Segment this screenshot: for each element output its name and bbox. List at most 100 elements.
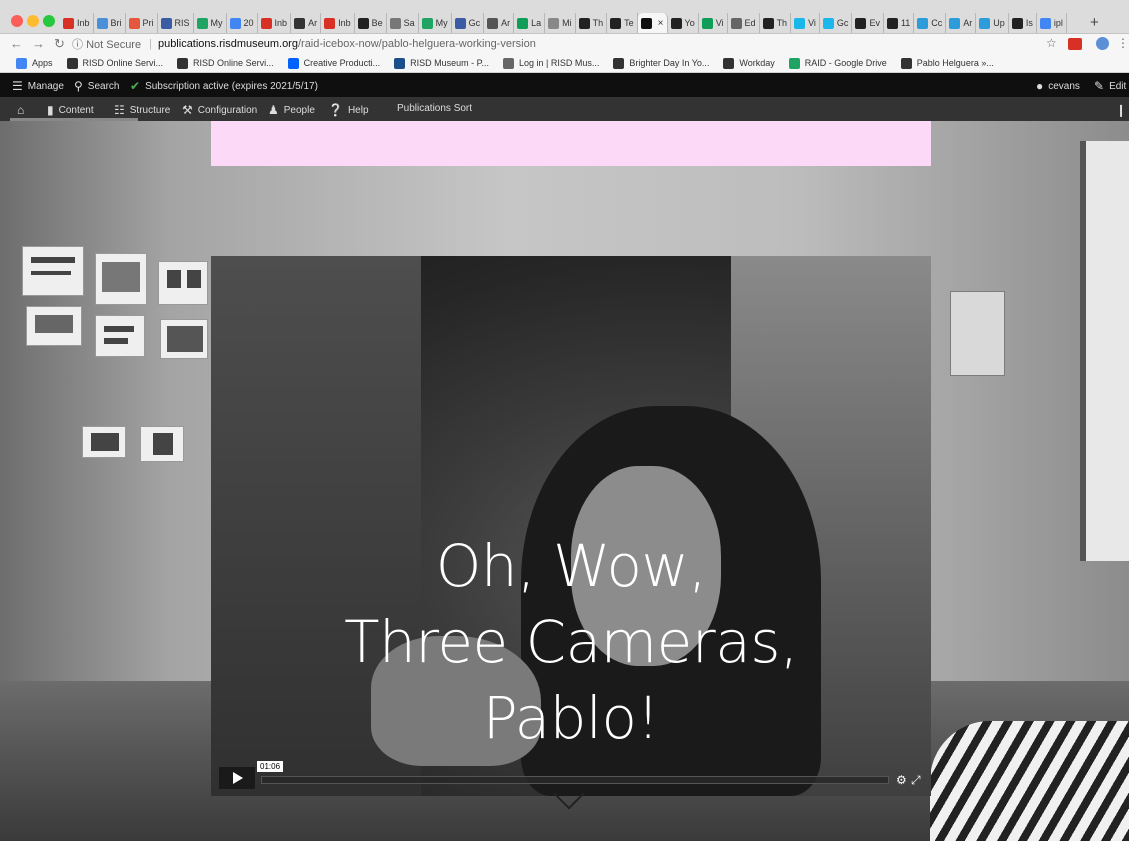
browser-tab[interactable]: Up xyxy=(976,13,1009,33)
edit-toggle[interactable]: ✎ Edit xyxy=(1094,79,1126,93)
bookmark-item[interactable]: Brighter Day In Yo... xyxy=(613,57,710,69)
browser-tab[interactable]: Th xyxy=(760,13,792,33)
back-arrow-icon[interactable]: ← xyxy=(10,36,23,51)
window-close-button[interactable] xyxy=(11,15,23,27)
structure-menu[interactable]: ☷ Structure xyxy=(114,103,170,117)
bookmark-item[interactable]: RISD Online Servi... xyxy=(66,57,164,69)
video-title-overlay: Oh, Wow, Three Cameras, Pablo! xyxy=(211,528,931,756)
tab-favicon-icon xyxy=(794,17,806,29)
browser-tab[interactable]: Inb xyxy=(60,13,94,33)
browser-tab[interactable]: RIS xyxy=(158,13,194,33)
check-icon: ✔ xyxy=(130,79,141,93)
settings-gear-icon[interactable]: ⚙ xyxy=(896,773,907,787)
content-menu[interactable]: ▮ Content xyxy=(47,103,94,117)
browser-tab[interactable]: Inb xyxy=(321,13,355,33)
manage-menu[interactable]: ☰ Manage xyxy=(12,79,64,93)
tab-favicon-icon xyxy=(822,17,834,29)
search-label: Search xyxy=(87,80,120,92)
browser-tab[interactable]: Vi xyxy=(791,13,820,33)
browser-tab[interactable]: Be xyxy=(355,13,387,33)
browser-tab[interactable]: Te xyxy=(607,13,638,33)
help-icon: ❔ xyxy=(328,103,343,117)
configuration-menu[interactable]: ⚒ Configuration xyxy=(182,103,257,117)
browser-tab[interactable]: Vi xyxy=(699,13,728,33)
fullscreen-icon[interactable]: ⤢ xyxy=(911,773,921,788)
bookmark-item[interactable]: Apps xyxy=(16,57,53,69)
address-bar: ← → ↻ ⓘ Not Secure | publications.risdmu… xyxy=(0,34,1129,54)
browser-tab[interactable]: Mi xyxy=(545,13,576,33)
hamburger-icon: ☰ xyxy=(12,79,23,93)
bookmark-item[interactable]: RISD Online Servi... xyxy=(177,57,274,69)
browser-tab[interactable]: Ar xyxy=(946,13,977,33)
bookmark-label: Creative Producti... xyxy=(303,58,381,68)
browser-tab[interactable]: Ed xyxy=(728,13,760,33)
publications-sort-menu[interactable]: Publications Sort xyxy=(397,103,472,114)
window-minimize-button[interactable] xyxy=(27,15,39,27)
browser-tab[interactable]: Sa xyxy=(387,13,419,33)
bookmark-item[interactable]: RISD Museum - P... xyxy=(394,57,489,69)
browser-tab[interactable]: Gc xyxy=(820,13,853,33)
subscription-status[interactable]: ✔ Subscription active (expires 2021/5/17… xyxy=(130,79,318,93)
tab-favicon-icon xyxy=(1011,17,1023,29)
help-menu[interactable]: ❔ Help xyxy=(328,103,369,117)
browser-tab[interactable]: Inb xyxy=(258,13,292,33)
browser-tab[interactable]: Yo xyxy=(668,13,699,33)
browser-tab[interactable]: 20 xyxy=(227,13,258,33)
forward-arrow-icon[interactable]: → xyxy=(32,36,45,51)
browser-tab[interactable]: Gc xyxy=(452,13,485,33)
tab-favicon-icon xyxy=(762,17,774,29)
url-field[interactable]: ⓘ Not Secure | publications.risdmuseum.o… xyxy=(72,36,1062,52)
browser-tab[interactable]: Pri xyxy=(126,13,158,33)
browser-tab[interactable]: Is xyxy=(1009,13,1037,33)
bookmark-item[interactable]: Creative Producti... xyxy=(287,57,381,69)
url-host: publications.risdmuseum.org xyxy=(157,38,298,50)
menu-dots-icon[interactable]: ⋮ xyxy=(1117,36,1129,50)
help-label: Help xyxy=(347,104,369,116)
profile-avatar[interactable] xyxy=(1096,37,1109,50)
orientation-toggle-icon[interactable]: ❙ xyxy=(1116,103,1129,117)
browser-tab[interactable]: Ev xyxy=(852,13,884,33)
tab-close-icon[interactable]: × xyxy=(658,18,664,29)
bookmark-item[interactable]: Log in | RISD Mus... xyxy=(502,57,600,69)
background-artwork xyxy=(95,315,145,357)
bookmark-label: Log in | RISD Mus... xyxy=(518,58,600,68)
bookmark-item[interactable]: RAID - Google Drive xyxy=(788,57,887,69)
browser-tab[interactable]: Bri xyxy=(94,13,126,33)
tab-label: Inb xyxy=(338,18,351,28)
browser-tab[interactable]: La xyxy=(514,13,546,33)
browser-tab[interactable]: Ar xyxy=(484,13,515,33)
browser-tab[interactable]: My xyxy=(194,13,227,33)
browser-tab[interactable]: 11 xyxy=(884,13,915,33)
home-link[interactable]: ⌂ xyxy=(17,103,29,117)
play-button[interactable] xyxy=(219,767,255,789)
info-icon[interactable]: ⓘ Not Secure xyxy=(72,36,141,52)
bookmark-label: RISD Online Servi... xyxy=(193,58,274,68)
progress-bar[interactable] xyxy=(261,776,889,784)
new-tab-button[interactable]: + xyxy=(1090,14,1099,31)
bookmark-label: RISD Online Servi... xyxy=(82,58,164,68)
tab-label: Cc xyxy=(931,18,943,28)
star-icon[interactable]: ☆ xyxy=(1046,36,1057,50)
bookmark-item[interactable]: Workday xyxy=(723,57,775,69)
extension-icon[interactable] xyxy=(1068,38,1082,50)
window-zoom-button[interactable] xyxy=(43,15,55,27)
reload-icon[interactable]: ↻ xyxy=(54,36,65,52)
browser-tab[interactable]: Ar xyxy=(291,13,322,33)
tab-label: Inb xyxy=(77,18,90,28)
bookmark-label: Brighter Day In Yo... xyxy=(629,58,710,68)
people-menu[interactable]: ♟ People xyxy=(268,103,315,117)
tab-active[interactable]: × xyxy=(637,13,668,33)
browser-tab[interactable]: Cc xyxy=(914,13,947,33)
browser-tab[interactable]: My xyxy=(419,13,452,33)
tab-favicon-icon xyxy=(260,17,272,29)
tab-favicon-icon xyxy=(855,17,867,29)
video-player[interactable]: Oh, Wow, Three Cameras, Pablo! 01:06 ⚙ ⤢ xyxy=(211,256,931,796)
bookmark-item[interactable]: Pablo Helguera »... xyxy=(900,57,994,69)
pink-banner xyxy=(211,121,931,166)
browser-tab[interactable]: ipl xyxy=(1037,13,1067,33)
browser-tab[interactable]: Th xyxy=(576,13,608,33)
user-icon: ● xyxy=(1036,79,1044,93)
user-menu[interactable]: ● cevans xyxy=(1036,79,1080,93)
tab-favicon-icon xyxy=(886,17,898,29)
search-menu[interactable]: ⚲ Search xyxy=(74,79,119,93)
